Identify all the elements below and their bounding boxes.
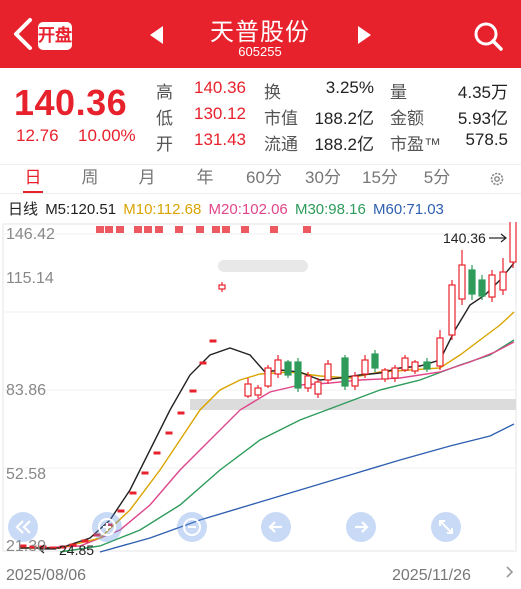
tab-day[interactable]: 日 [13, 165, 53, 193]
y-label-4: 52.58 [6, 466, 47, 483]
last-price: 140.36 [14, 82, 128, 123]
float-label: 流通 [264, 135, 298, 154]
y-label-3: 83.86 [6, 382, 47, 399]
ma10-value: M10:112.68 [123, 201, 202, 218]
open-badge[interactable]: 开盘 [38, 22, 72, 50]
watermark-blur [218, 260, 308, 272]
ma20-value: M20:102.06 [208, 201, 288, 218]
amount-label: 金额 [390, 109, 424, 128]
tab-5min[interactable]: 5分 [415, 165, 459, 193]
triangle-right-icon[interactable] [358, 26, 371, 44]
y-label-top: 146.42 [6, 226, 55, 243]
high-value: 140.36 [194, 78, 246, 97]
triangle-left-icon[interactable] [150, 26, 163, 44]
ma-label: 日线 [8, 201, 39, 218]
tab-year[interactable]: 年 [185, 165, 225, 193]
quote-panel: 140.36 12.76 10.00% 高 140.36 低 130.12 开 … [0, 68, 521, 164]
high-price-marker: 140.36 [443, 230, 486, 246]
tab-30min[interactable]: 30分 [299, 165, 347, 193]
tab-15min[interactable]: 15分 [356, 165, 404, 193]
mktcap-label: 市值 [264, 109, 298, 128]
float-value: 188.2亿 [314, 135, 374, 154]
price-change-pct: 10.00% [78, 126, 136, 145]
stock-name: 天普股份 [210, 19, 310, 46]
active-tab-underline [23, 191, 43, 193]
double-left-icon[interactable] [8, 512, 38, 542]
stock-code: 605255 [238, 44, 282, 59]
mktcap-value: 188.2亿 [314, 109, 374, 128]
arrow-right-icon[interactable] [346, 512, 376, 542]
low-label: 低 [156, 109, 173, 128]
open-label: 开 [156, 135, 173, 154]
ma60-value: M60:71.03 [373, 201, 444, 218]
chevron-right-icon[interactable] [502, 565, 516, 579]
chevron-left-icon[interactable] [10, 14, 36, 54]
high-label: 高 [156, 83, 173, 102]
end-date: 2025/11/26 [392, 567, 471, 584]
zoom-in-icon[interactable] [92, 512, 122, 542]
tab-month[interactable]: 月 [127, 165, 167, 193]
expand-icon[interactable] [431, 512, 461, 542]
ma-legend: 日线 M5:120.51 M10:112.68 M20:102.06 M30:9… [8, 198, 447, 219]
candles-mid [218, 222, 517, 398]
vol-label: 量 [390, 83, 407, 102]
search-icon[interactable] [472, 20, 504, 52]
vol-value: 4.35万 [457, 83, 508, 102]
ma5-value: M5:120.51 [45, 201, 117, 218]
low-price-marker: 24.85 [59, 542, 95, 558]
zoom-out-icon[interactable] [177, 512, 207, 542]
price-change: 12.76 [16, 126, 59, 145]
period-tabs: 日 周 月 年 60分 30分 15分 5分 [0, 164, 521, 194]
ma30-value: M30:98.16 [294, 201, 366, 218]
gear-icon[interactable] [489, 171, 505, 187]
pe-value: 578.5 [465, 130, 508, 149]
open-value: 131.43 [194, 130, 246, 149]
y-label-2: 115.14 [6, 270, 54, 287]
low-value: 130.12 [194, 104, 246, 123]
arrow-left-icon[interactable] [261, 512, 291, 542]
top-bar: 开盘 天普股份 605255 [0, 0, 521, 68]
turnover-label: 换 [264, 83, 281, 102]
tab-60min[interactable]: 60分 [240, 165, 288, 193]
turnover-value: 3.25% [325, 78, 374, 97]
amount-value: 5.93亿 [457, 109, 508, 128]
start-date: 2025/08/06 [6, 567, 87, 584]
limit-up-markers [96, 226, 311, 233]
tab-week[interactable]: 周 [70, 165, 110, 193]
